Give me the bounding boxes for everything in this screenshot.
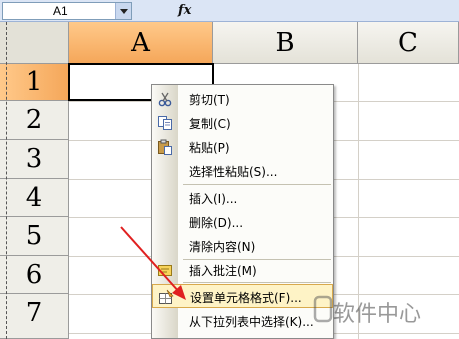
menu-item-pick-from-list[interactable]: 从下拉列表中选择(K)...: [152, 309, 333, 333]
menu-item-paste[interactable]: 粘贴(P): [152, 135, 333, 159]
row-header-4[interactable]: 4: [0, 179, 69, 217]
select-all-corner[interactable]: [0, 22, 69, 64]
context-menu: 剪切(T) 复制(C) 粘贴(P) 选择性粘贴(S)... 插入(I)... 删…: [151, 84, 334, 339]
menu-item-clear-contents[interactable]: 清除内容(N): [152, 234, 333, 258]
menu-item-format-cells[interactable]: 设置单元格格式(F)...: [152, 284, 333, 308]
menu-item-insert-comment[interactable]: 插入批注(M): [152, 258, 333, 282]
menu-item-label: 插入(I)...: [189, 192, 238, 206]
menu-item-cut[interactable]: 剪切(T): [152, 87, 333, 111]
watermark-logo-icon: [313, 295, 333, 323]
watermark: 软件中心: [313, 291, 459, 327]
watermark-text: 软件中心: [333, 302, 422, 327]
name-box[interactable]: A1: [2, 2, 132, 20]
menu-separator: [183, 184, 331, 185]
chevron-down-icon[interactable]: [115, 3, 131, 19]
copy-icon: [158, 116, 172, 130]
menu-item-label: 插入批注(M): [189, 264, 257, 278]
scissors-icon: [158, 92, 172, 107]
comment-icon: [158, 265, 172, 276]
formula-bar: A1 fx: [0, 0, 459, 22]
row-header-3[interactable]: 3: [0, 140, 69, 179]
menu-item-label: 清除内容(N): [189, 240, 256, 254]
format-cells-icon: [159, 289, 174, 304]
menu-item-label: 从下拉列表中选择(K)...: [189, 315, 314, 329]
menu-item-label: 删除(D)...: [189, 216, 244, 230]
menu-item-label: 选择性粘贴(S)...: [189, 165, 278, 179]
column-header-a[interactable]: A: [69, 22, 213, 64]
fx-icon[interactable]: fx: [178, 3, 191, 18]
menu-item-label: 设置单元格格式(F)...: [190, 291, 302, 305]
page-break-line: [6, 22, 7, 339]
menu-item-delete[interactable]: 删除(D)...: [152, 210, 333, 234]
row-header-2[interactable]: 2: [0, 101, 69, 140]
row-header-5[interactable]: 5: [0, 217, 69, 256]
row-header-7[interactable]: 7: [0, 294, 69, 339]
menu-item-label: 粘贴(P): [189, 141, 230, 155]
menu-item-label: 复制(C): [189, 117, 231, 131]
paste-icon: [158, 139, 172, 155]
row-header-1[interactable]: 1: [0, 64, 69, 101]
row-header-6[interactable]: 6: [0, 256, 69, 294]
menu-item-paste-special[interactable]: 选择性粘贴(S)...: [152, 159, 333, 183]
menu-item-label: 剪切(T): [189, 93, 230, 107]
column-header-b[interactable]: B: [213, 22, 358, 64]
name-box-value: A1: [53, 4, 68, 18]
menu-separator: [183, 282, 331, 283]
column-header-c[interactable]: C: [358, 22, 459, 64]
menu-item-copy[interactable]: 复制(C): [152, 111, 333, 135]
menu-item-insert[interactable]: 插入(I)...: [152, 186, 333, 210]
